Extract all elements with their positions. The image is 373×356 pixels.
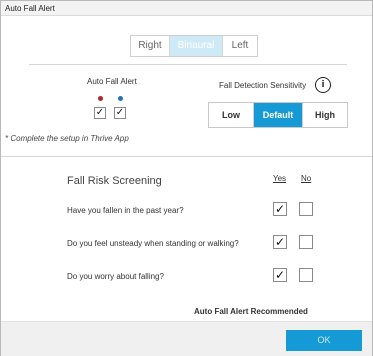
- question-1-no-checkbox[interactable]: [299, 202, 313, 216]
- yes-column-header: Yes: [273, 174, 287, 183]
- auto-fall-alert-right-checkbox[interactable]: ✓: [114, 107, 126, 119]
- no-column-header: No: [301, 174, 312, 183]
- auto-fall-alert-label: Auto Fall Alert: [87, 77, 137, 86]
- info-icon[interactable]: i: [315, 77, 331, 93]
- side-right-option[interactable]: Right: [131, 36, 170, 56]
- side-selector: Right Binaural Left: [130, 35, 258, 57]
- setup-note: * Complete the setup in Thrive App: [5, 134, 129, 143]
- sensitivity-label: Fall Detection Sensitivity: [219, 81, 307, 90]
- window-title: Auto Fall Alert: [1, 1, 372, 16]
- question-3-yes-checkbox[interactable]: ✓: [273, 268, 287, 282]
- recommendation-text: Auto Fall Alert Recommended: [194, 307, 308, 316]
- question-3-text: Do you worry about falling?: [67, 272, 164, 281]
- auto-fall-alert-dialog: Auto Fall Alert Right Binaural Left Auto…: [0, 0, 373, 356]
- sensitivity-selector: Low Default High: [208, 102, 348, 128]
- sensitivity-default-button[interactable]: Default: [254, 103, 302, 127]
- question-1-yes-checkbox[interactable]: ✓: [273, 202, 287, 216]
- section-divider: [1, 156, 372, 157]
- top-divider: [29, 64, 347, 65]
- question-1-text: Have you fallen in the past year?: [67, 206, 184, 215]
- side-left-option[interactable]: Left: [222, 36, 257, 56]
- right-ear-indicator-dot: [118, 96, 123, 101]
- screening-title: Fall Risk Screening: [67, 175, 162, 187]
- left-ear-indicator-dot: [98, 96, 103, 101]
- auto-fall-alert-left-checkbox[interactable]: ✓: [94, 107, 106, 119]
- question-2-yes-checkbox[interactable]: ✓: [273, 235, 287, 249]
- sensitivity-low-button[interactable]: Low: [209, 103, 254, 127]
- question-2-text: Do you feel unsteady when standing or wa…: [67, 239, 239, 248]
- ok-button[interactable]: OK: [286, 330, 362, 351]
- question-2-no-checkbox[interactable]: [299, 235, 313, 249]
- sensitivity-high-button[interactable]: High: [302, 103, 347, 127]
- question-3-no-checkbox[interactable]: [299, 268, 313, 282]
- side-binaural-option[interactable]: Binaural: [170, 36, 222, 56]
